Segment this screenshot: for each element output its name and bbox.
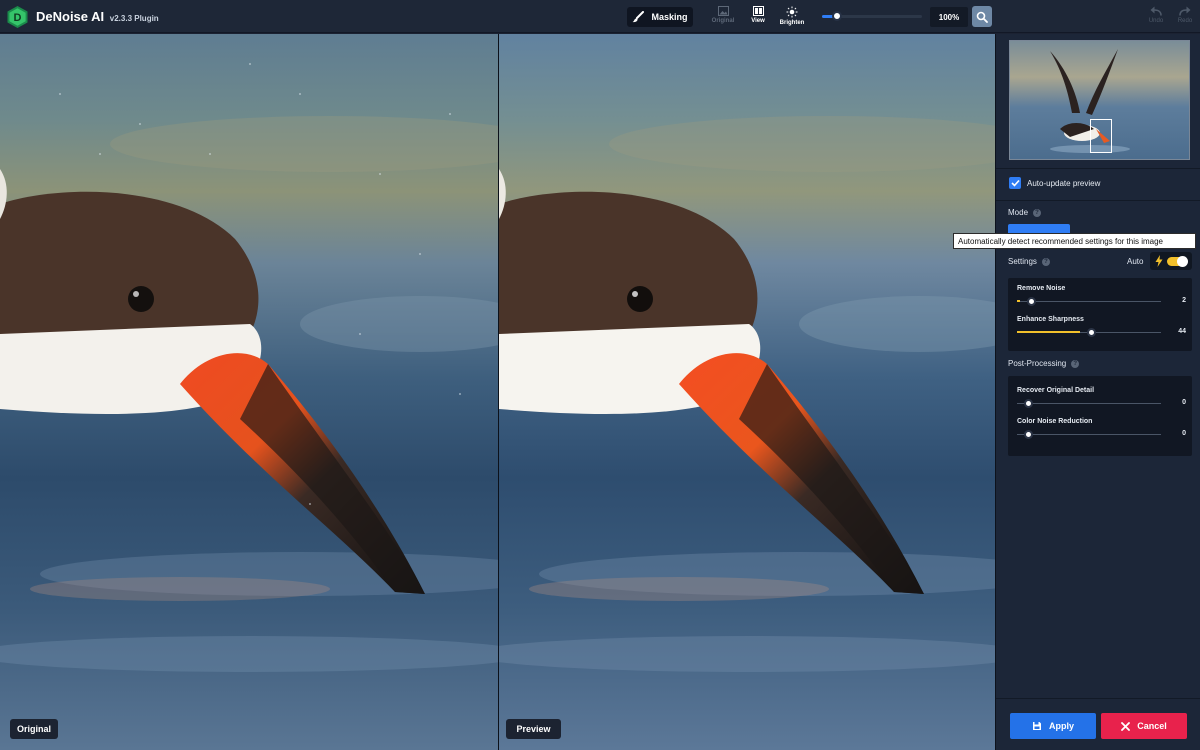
original-toggle-button[interactable]: Original	[705, 6, 741, 30]
settings-sidebar: Auto-update preview Mode ? Settings ? Au…	[995, 34, 1200, 750]
slider-fill	[1017, 300, 1020, 302]
auto-update-label: Auto-update preview	[1027, 178, 1101, 188]
slider-fill	[1017, 331, 1081, 333]
slider-thumb[interactable]	[1026, 297, 1036, 306]
redo-button[interactable]: Redo	[1173, 6, 1197, 24]
app-title: DeNoise AI v2.3.3 Plugin	[36, 9, 159, 24]
slider-label: Enhance Sharpness	[1017, 316, 1084, 323]
cancel-button[interactable]: Cancel	[1101, 713, 1187, 739]
slider-label: Recover Original Detail	[1017, 387, 1095, 394]
brush-icon	[632, 11, 645, 23]
slider-label: Remove Noise	[1017, 285, 1066, 292]
help-icon[interactable]: ?	[1033, 208, 1042, 217]
redo-label: Redo	[1177, 18, 1193, 24]
section-divider	[996, 200, 1200, 201]
preview-image-pane[interactable]: Preview	[499, 34, 995, 750]
section-divider	[996, 168, 1200, 169]
auto-label: Auto	[1127, 257, 1144, 266]
image-icon	[717, 6, 729, 16]
bird-photo-preview	[499, 34, 995, 750]
enhance-sharpness-slider[interactable]: Enhance Sharpness 44	[1017, 316, 1187, 342]
redo-arrow-icon	[1179, 6, 1191, 16]
mode-title: Mode	[1008, 208, 1029, 217]
brighten-button[interactable]: Brighten	[774, 6, 810, 30]
section-divider	[996, 698, 1200, 699]
slider-track[interactable]	[1017, 403, 1161, 404]
help-icon[interactable]: ?	[1071, 359, 1080, 368]
mode-section-title: Mode ?	[1008, 208, 1042, 217]
slider-track[interactable]	[1017, 301, 1161, 302]
original-image-pane[interactable]: Original	[0, 34, 498, 750]
slider-value: 0	[1182, 430, 1186, 437]
view-mode-label: View	[751, 18, 765, 24]
settings-section-title: Settings ?	[1008, 257, 1050, 266]
cancel-label: Cancel	[1137, 721, 1167, 731]
remove-noise-slider[interactable]: Remove Noise 2	[1017, 285, 1187, 311]
auto-settings-tooltip: Automatically detect recommended setting…	[953, 233, 1196, 249]
undo-button[interactable]: Undo	[1144, 6, 1168, 24]
lightning-icon	[1155, 255, 1163, 267]
zoom-button[interactable]	[972, 6, 992, 27]
undo-label: Undo	[1148, 18, 1164, 24]
settings-sliders-panel: Remove Noise 2 Enhance Sharpness 44	[1008, 278, 1192, 351]
split-view-icon	[752, 6, 764, 16]
post-processing-title: Post-Processing	[1008, 359, 1067, 368]
save-icon	[1032, 722, 1041, 730]
app-name: DeNoise AI	[36, 9, 105, 24]
zoom-slider-thumb[interactable]	[832, 11, 842, 21]
settings-title: Settings	[1008, 257, 1037, 266]
auto-settings-toggle[interactable]	[1150, 252, 1192, 270]
slider-thumb[interactable]	[1024, 399, 1033, 408]
auto-update-checkbox[interactable]	[1009, 177, 1021, 189]
zoom-value-field[interactable]: 100%	[930, 7, 968, 27]
slider-value: 44	[1178, 328, 1186, 335]
magnifier-icon	[976, 11, 988, 23]
slider-thumb[interactable]	[1087, 328, 1097, 337]
slider-thumb[interactable]	[1024, 430, 1033, 439]
navigator-viewport-box[interactable]	[1090, 119, 1112, 153]
help-icon[interactable]: ?	[1041, 257, 1050, 266]
color-noise-reduction-slider[interactable]: Color Noise Reduction 0	[1017, 418, 1187, 444]
navigator-thumbnail[interactable]	[1009, 40, 1190, 160]
apply-button[interactable]: Apply	[1010, 713, 1096, 739]
masking-button[interactable]: Masking	[627, 7, 693, 27]
masking-label: Masking	[651, 12, 688, 22]
undo-arrow-icon	[1150, 6, 1162, 16]
apply-label: Apply	[1048, 721, 1074, 731]
slider-value: 0	[1182, 399, 1186, 406]
sun-icon	[786, 6, 798, 18]
preview-pane-label: Preview	[506, 719, 561, 739]
top-toolbar: D DeNoise AI v2.3.3 Plugin Masking Origi…	[0, 0, 1200, 33]
svg-text:D: D	[14, 12, 22, 24]
slider-track[interactable]	[1017, 434, 1161, 435]
auto-update-option[interactable]: Auto-update preview	[1009, 177, 1100, 189]
recover-original-detail-slider[interactable]: Recover Original Detail 0	[1017, 387, 1187, 413]
view-mode-button[interactable]: View	[740, 6, 776, 30]
toggle-knob	[1177, 256, 1188, 267]
bird-photo-original	[0, 34, 498, 750]
slider-value: 2	[1182, 297, 1186, 304]
denoise-logo-icon: D	[7, 6, 28, 28]
original-toggle-label: Original	[711, 18, 735, 24]
post-processing-section-title: Post-Processing ?	[1008, 359, 1080, 368]
brighten-label: Brighten	[779, 20, 805, 26]
post-processing-sliders-panel: Recover Original Detail 0 Color Noise Re…	[1008, 376, 1192, 456]
slider-label: Color Noise Reduction	[1017, 418, 1093, 425]
app-version: v2.3.3 Plugin	[109, 14, 159, 23]
original-pane-label: Original	[10, 719, 58, 739]
checkmark-icon	[1010, 179, 1020, 187]
close-icon	[1121, 721, 1131, 731]
